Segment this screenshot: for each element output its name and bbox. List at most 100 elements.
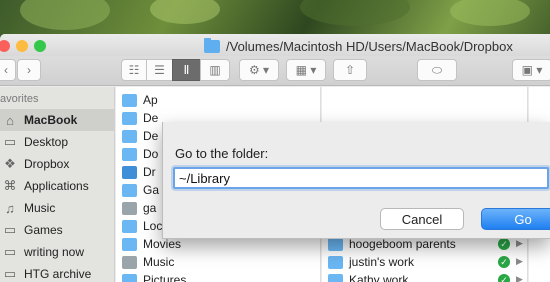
list-item[interactable]: Dr (122, 163, 156, 181)
folder-icon: ▭ (3, 244, 17, 259)
sidebar-item-label: Music (24, 201, 56, 215)
share-button[interactable]: ⇧ (333, 59, 367, 81)
list-item-label: Do (143, 147, 159, 161)
sidebar-item-label: HTG archive (24, 267, 92, 281)
share-icon: ⇧ (344, 63, 356, 77)
terminal-icon: ▣ ▾ (521, 63, 543, 77)
sidebar-item-label: writing now (24, 245, 85, 259)
dropbox-icon: ❖ (4, 156, 16, 171)
desktop-icon: ▭ (3, 134, 17, 149)
sidebar-item-writing-now[interactable]: ▭ writing now (0, 241, 114, 263)
grid-icon: ▦ ▾ (295, 63, 317, 77)
list-item-label: Pictures (143, 273, 187, 282)
file-icon (122, 201, 137, 215)
folder-icon (122, 219, 137, 233)
go-button[interactable]: Go (481, 208, 550, 230)
icon-view-icon: ☷ (128, 63, 140, 77)
column-view-icon: Ⅱ (183, 63, 190, 77)
list-item-label: justin's work (349, 255, 414, 269)
list-view-icon: ☰ (154, 63, 165, 77)
column-view-button[interactable]: Ⅱ (172, 59, 201, 81)
list-item[interactable]: De (122, 127, 158, 145)
home-icon: ⌂ (6, 112, 14, 128)
zoom-button[interactable] (34, 40, 46, 52)
cancel-button[interactable]: Cancel (380, 208, 464, 230)
list-item[interactable]: Do (122, 145, 158, 163)
folder-path-input[interactable] (173, 167, 549, 189)
terminal-button[interactable]: ▣ ▾ (512, 59, 550, 81)
title-bar: /Volumes/Macintosh HD/Users/MacBook/Drop… (0, 34, 550, 56)
sidebar-item-label: Games (24, 223, 63, 237)
toolbar: ‹ › ☷ ☰ Ⅱ ▥ ⚙ ▾ ▦ ▾ ⇧ ⬭ ▣ ▾ (0, 56, 550, 86)
cover-flow-icon: ▥ (209, 63, 221, 77)
sidebar-item-desktop[interactable]: ▭ Desktop (0, 131, 114, 153)
go-to-folder-dialog: Go to the folder: Cancel Go (162, 122, 550, 239)
sidebar-item-label: Dropbox (24, 157, 70, 171)
sidebar-item-htg-archive[interactable]: ▭ HTG archive (0, 263, 114, 282)
folder-icon (122, 111, 137, 125)
dropbox-folder-icon (204, 37, 220, 53)
gear-icon: ⚙ ▾ (248, 63, 270, 77)
minimize-button[interactable] (16, 40, 28, 52)
list-item[interactable]: Music (122, 253, 174, 271)
sidebar-item-macbook[interactable]: ⌂ MacBook (0, 109, 114, 131)
list-item-label: Ap (143, 93, 158, 107)
action-menu-button[interactable]: ⚙ ▾ (239, 59, 279, 81)
list-item[interactable]: Kathy work (328, 271, 408, 282)
list-item[interactable]: justin's work (328, 253, 414, 271)
list-item[interactable]: De (122, 109, 158, 127)
music-folder-icon (122, 255, 137, 269)
sidebar-section-favorites: avorites (0, 93, 39, 105)
list-item-label: hoogeboom parents (349, 237, 456, 251)
list-item-label: ga (143, 201, 157, 215)
tag-icon: ⬭ (431, 62, 443, 77)
dropbox-folder-icon (122, 165, 137, 179)
folder-icon (122, 93, 137, 107)
finder-window: /Volumes/Macintosh HD/Users/MacBook/Drop… (0, 34, 550, 282)
list-item-label: De (143, 129, 159, 143)
chevron-right-icon: ▶ (516, 274, 523, 282)
list-item-label: Dr (143, 165, 156, 179)
arrange-menu-button[interactable]: ▦ ▾ (286, 59, 326, 81)
go-to-folder-label: Go to the folder: (175, 146, 269, 161)
list-item-label: De (143, 111, 159, 125)
sidebar-item-dropbox[interactable]: ❖ Dropbox (0, 153, 114, 175)
list-item[interactable]: Pictures (122, 271, 186, 282)
folder-icon: ▭ (3, 266, 17, 281)
chevron-right-icon: ▶ (516, 256, 523, 266)
sidebar-item-label: Applications (24, 179, 89, 193)
sidebar-item-label: MacBook (24, 113, 78, 127)
list-item[interactable]: Ga (122, 181, 159, 199)
list-item[interactable]: Ap (122, 91, 158, 109)
folder-icon (122, 183, 137, 197)
sidebar-item-label: Desktop (24, 135, 69, 149)
chevron-right-icon: › (27, 63, 31, 77)
applications-icon: ⌘ (3, 178, 17, 193)
tags-button[interactable]: ⬭ (417, 59, 457, 81)
synced-check-icon: ✓ (498, 274, 510, 282)
sidebar-item-music[interactable]: ♫ Music (0, 197, 114, 219)
folder-icon (328, 273, 343, 282)
music-icon: ♫ (5, 200, 15, 216)
list-item-label: Kathy work (349, 273, 409, 282)
list-view-button[interactable]: ☰ (146, 59, 173, 81)
synced-check-icon: ✓ (498, 256, 510, 268)
list-item[interactable]: ga (122, 199, 156, 217)
icon-view-button[interactable]: ☷ (121, 59, 147, 81)
folder-icon: ▭ (3, 222, 17, 237)
close-button[interactable] (0, 40, 10, 52)
sidebar-item-applications[interactable]: ⌘ Applications (0, 175, 114, 197)
cover-flow-button[interactable]: ▥ (200, 59, 230, 81)
folder-icon (122, 147, 137, 161)
sidebar-item-games[interactable]: ▭ Games (0, 219, 114, 241)
movies-folder-icon (122, 237, 137, 251)
list-item-label: Movies (143, 237, 182, 251)
forward-button[interactable]: › (17, 59, 41, 81)
shared-folder-icon (328, 237, 343, 251)
synced-check-icon: ✓ (498, 238, 510, 250)
list-item-label: Music (143, 255, 175, 269)
chevron-left-icon: ‹ (4, 63, 8, 77)
pictures-folder-icon (122, 273, 137, 282)
back-button[interactable]: ‹ (0, 59, 16, 81)
sidebar: avorites ⌂ MacBook ▭ Desktop ❖ Dropbox ⌘… (0, 87, 115, 282)
